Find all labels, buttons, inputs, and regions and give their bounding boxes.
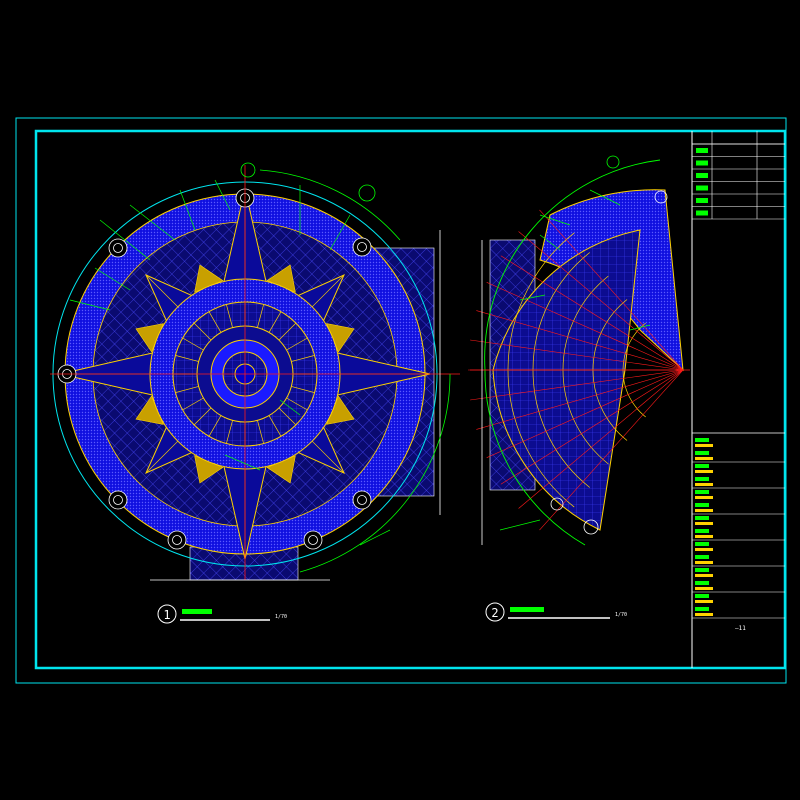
light-post bbox=[352, 237, 372, 257]
field-sublabel bbox=[695, 535, 713, 538]
field-label bbox=[695, 568, 709, 572]
field-label bbox=[695, 581, 709, 585]
field-sublabel bbox=[695, 509, 713, 512]
view-number-2: 2 bbox=[491, 606, 498, 620]
field-label bbox=[695, 477, 709, 481]
title-block-fields bbox=[692, 438, 785, 619]
section-marker bbox=[358, 184, 376, 202]
cad-drawing-sheet: 1 1/70 2 1/70 —11 bbox=[15, 117, 787, 684]
field-label bbox=[695, 542, 709, 546]
view-scale-2: 1/70 bbox=[615, 612, 627, 618]
revision-row-label bbox=[696, 198, 708, 203]
plaza-plan-view-1 bbox=[50, 162, 460, 581]
field-sublabel bbox=[695, 496, 713, 499]
field-label bbox=[695, 516, 709, 520]
revision-row-label bbox=[696, 185, 708, 191]
field-label bbox=[695, 438, 709, 442]
light-post bbox=[352, 490, 372, 510]
view-title-2 bbox=[510, 607, 544, 612]
view-label-2: 2 1/70 bbox=[485, 602, 627, 622]
field-sublabel bbox=[695, 574, 713, 577]
sheet-number: —11 bbox=[735, 625, 746, 632]
field-sublabel bbox=[695, 522, 713, 525]
north-marker bbox=[240, 162, 256, 178]
revision-row-label bbox=[696, 160, 708, 166]
revision-row-label bbox=[696, 210, 708, 216]
section-marker-2 bbox=[606, 155, 620, 169]
view-label-1: 1 1/70 bbox=[157, 604, 287, 624]
revision-row-label bbox=[696, 173, 708, 178]
sector-plan-view-2 bbox=[468, 155, 690, 546]
field-label bbox=[695, 555, 709, 559]
field-label bbox=[695, 607, 709, 611]
field-sublabel bbox=[695, 457, 713, 460]
field-label bbox=[695, 529, 709, 533]
field-sublabel bbox=[695, 600, 713, 603]
light-post bbox=[108, 238, 128, 258]
title-block: —11 bbox=[692, 131, 785, 632]
field-sublabel bbox=[695, 470, 713, 473]
revision-table bbox=[692, 131, 785, 220]
field-sublabel bbox=[695, 561, 713, 564]
view-scale-1: 1/70 bbox=[275, 614, 287, 620]
field-label bbox=[695, 594, 709, 598]
revision-row-label bbox=[696, 148, 708, 153]
field-label bbox=[695, 451, 709, 455]
light-post bbox=[167, 530, 187, 550]
field-sublabel bbox=[695, 483, 713, 486]
light-post bbox=[303, 530, 323, 550]
field-label bbox=[695, 464, 709, 468]
field-label bbox=[695, 490, 709, 494]
field-sublabel bbox=[695, 548, 713, 551]
field-sublabel bbox=[695, 613, 713, 616]
view-title-1 bbox=[182, 609, 212, 614]
field-sublabel bbox=[695, 587, 713, 590]
field-label bbox=[695, 503, 709, 507]
view-number-1: 1 bbox=[163, 608, 170, 622]
field-sublabel bbox=[695, 444, 713, 447]
light-post bbox=[108, 490, 128, 510]
